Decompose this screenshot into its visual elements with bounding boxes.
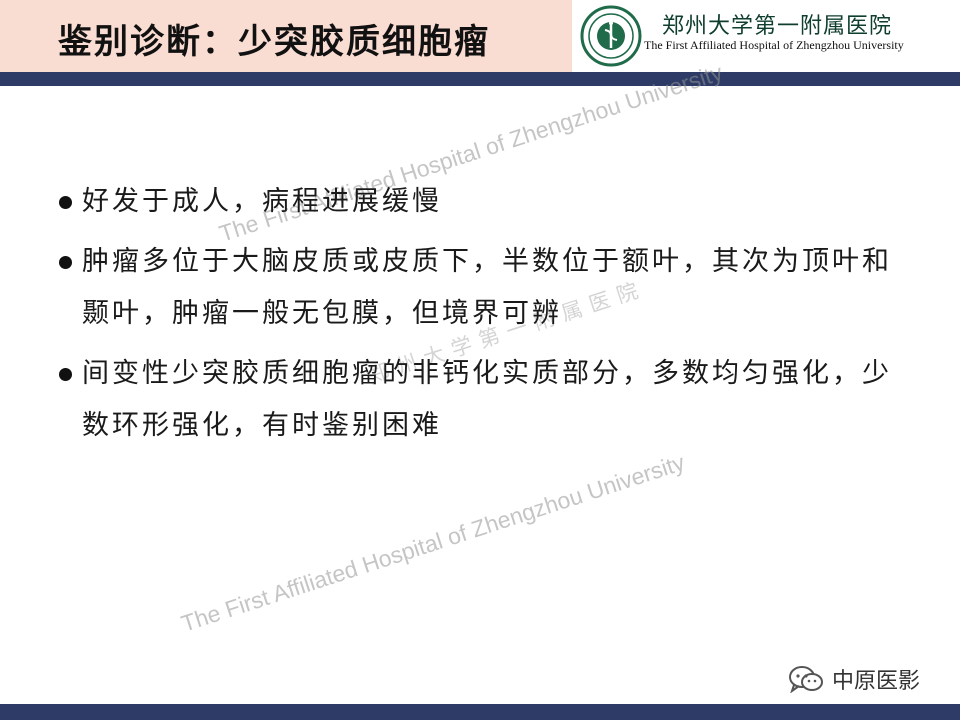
bullet-text: 肿瘤多位于大脑皮质或皮质下，半数位于额叶，其次为顶叶和颞叶，肿瘤一般无包膜，但境… (82, 246, 892, 329)
hospital-name-en: The First Affiliated Hospital of Zhengzh… (644, 38, 904, 52)
bullet-dot (59, 196, 72, 209)
bullet-dot (59, 368, 72, 381)
wechat-account-label: 中原医影 (832, 669, 921, 694)
bullet-list: 好发于成人，病程进展缓慢 肿瘤多位于大脑皮质或皮质下，半数位于额叶，其次为顶叶和… (56, 176, 916, 460)
wechat-icon (789, 666, 823, 693)
bullet-item: 肿瘤多位于大脑皮质或皮质下，半数位于额叶，其次为顶叶和颞叶，肿瘤一般无包膜，但境… (56, 236, 916, 340)
hospital-emblem-icon (580, 5, 642, 67)
title-bar: 鉴别诊断：少突胶质细胞瘤 (0, 0, 572, 72)
slide-title: 鉴别诊断：少突胶质细胞瘤 (58, 22, 490, 62)
bullet-text: 好发于成人，病程进展缓慢 (82, 186, 442, 217)
wechat-account-mark: 中原医影 (788, 664, 920, 694)
bullet-item: 好发于成人，病程进展缓慢 (56, 176, 916, 228)
watermark-en-bottom: The First Affiliated Hospital of Zhengzh… (178, 448, 688, 637)
hospital-name-cn: 郑州大学第一附属医院 (662, 14, 893, 39)
bullet-text: 间变性少突胶质细胞瘤的非钙化实质部分，多数均匀强化，少数环形强化，有时鉴别困难 (82, 358, 892, 441)
header-stripe (0, 72, 960, 86)
bullet-item: 间变性少突胶质细胞瘤的非钙化实质部分，多数均匀强化，少数环形强化，有时鉴别困难 (56, 348, 916, 452)
bottom-stripe (0, 704, 960, 720)
bullet-dot (59, 256, 72, 269)
